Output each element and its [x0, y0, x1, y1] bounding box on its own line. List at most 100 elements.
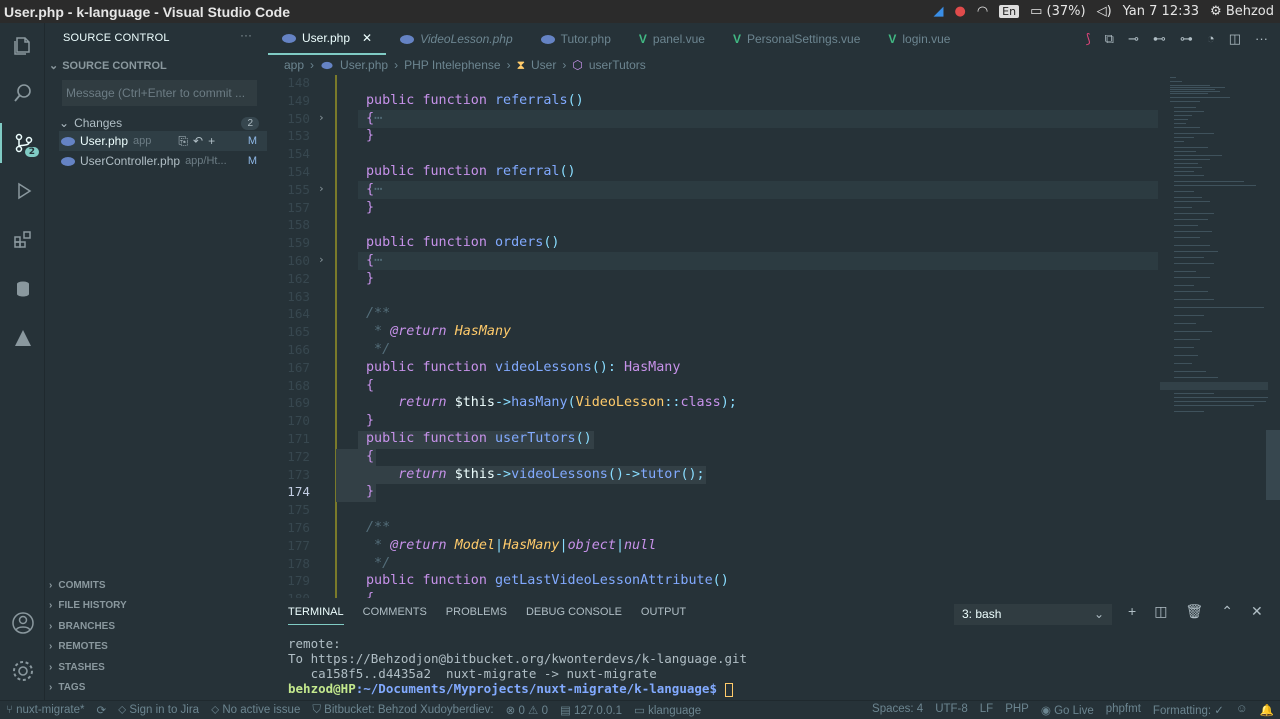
- history-icon[interactable]: ◔: [1207, 31, 1215, 47]
- stage-plus-icon[interactable]: +: [208, 134, 215, 149]
- code-line: }: [366, 270, 375, 286]
- chart-app-icon[interactable]: ◢: [933, 4, 943, 19]
- changed-file-usercontroller[interactable]: UserController.php app/Ht... M: [59, 151, 267, 171]
- user-menu[interactable]: ⚙ Behzod: [1210, 4, 1274, 19]
- battery-indicator[interactable]: ▭ (37%): [1030, 4, 1085, 19]
- section-branches[interactable]: › BRANCHES: [49, 621, 115, 632]
- close-panel-icon[interactable]: ✕: [1251, 603, 1263, 620]
- search-icon[interactable]: [0, 73, 45, 113]
- source-control-icon[interactable]: 2: [0, 123, 45, 163]
- minimap[interactable]: [1160, 75, 1268, 420]
- code-editor[interactable]: 148 149 public function referrals() 150 › {…: [268, 75, 1280, 598]
- commit-message-input[interactable]: Message (Ctrl+Enter to commit ...: [62, 80, 257, 106]
- formatting-status[interactable]: Formatting: ✓: [1147, 703, 1230, 717]
- bell-icon[interactable]: 🔔: [1254, 703, 1280, 717]
- prev-change-icon[interactable]: ⊷: [1153, 31, 1166, 47]
- azure-icon[interactable]: [0, 318, 45, 358]
- accounts-icon[interactable]: [0, 603, 45, 643]
- project-status[interactable]: ▭ klanguage: [628, 703, 707, 717]
- indent-status[interactable]: Spaces: 4: [866, 703, 929, 717]
- terminal-select[interactable]: 3: bash ⌄: [954, 604, 1112, 625]
- breadcrumb-item[interactable]: PHP Intelephense: [404, 58, 501, 72]
- code-line: */: [366, 555, 391, 571]
- volume-icon[interactable]: ◁): [1097, 4, 1112, 19]
- jira-signin[interactable]: ⬦ Sign in to Jira: [112, 704, 205, 717]
- keyboard-layout[interactable]: En: [999, 5, 1020, 18]
- line-number: 154: [287, 146, 310, 162]
- encoding-status[interactable]: UTF-8: [929, 703, 974, 717]
- tab-user-php[interactable]: User.php ✕: [268, 23, 387, 55]
- split-terminal-icon[interactable]: ◫: [1154, 603, 1167, 620]
- tab-login-vue[interactable]: Vlogin.vue: [874, 23, 964, 55]
- datetime[interactable]: Yan 7 12:33: [1123, 4, 1199, 19]
- add-terminal-icon[interactable]: +: [1128, 603, 1136, 620]
- line-number: 153: [287, 128, 310, 144]
- vue-file-icon: V: [732, 32, 741, 46]
- changes-group[interactable]: ⌄ Changes 2: [59, 113, 259, 133]
- explorer-icon[interactable]: [0, 26, 45, 66]
- host-status[interactable]: ▤ 127.0.0.1: [554, 703, 628, 717]
- problems-status[interactable]: ⊗ 0 ⚠ 0: [500, 703, 554, 717]
- panel-tab-output[interactable]: OUTPUT: [641, 606, 686, 625]
- fold-chevron-icon[interactable]: ›: [318, 111, 325, 124]
- notification-icon[interactable]: ●: [954, 4, 965, 19]
- section-commits[interactable]: › COMMITS: [49, 580, 106, 591]
- broadcast-icon: ◉: [1040, 705, 1051, 717]
- compare-icon[interactable]: ⧉: [1105, 31, 1114, 47]
- open-file-icon[interactable]: ⎘: [178, 134, 188, 149]
- section-file-history[interactable]: › FILE HISTORY: [49, 600, 127, 611]
- extensions-icon[interactable]: [0, 219, 45, 259]
- settings-gear-icon[interactable]: [0, 651, 45, 691]
- discard-icon[interactable]: ↶: [193, 134, 203, 149]
- git-lens-icon[interactable]: ⟆: [1086, 31, 1091, 47]
- bitbucket-status[interactable]: ⛉ Bitbucket: Behzod Xudoyberdiev:: [306, 704, 499, 717]
- fold-chevron-icon[interactable]: ›: [318, 182, 325, 195]
- code-line: public function referrals(): [366, 92, 584, 108]
- php-file-icon: [400, 34, 415, 44]
- panel-tab-terminal[interactable]: TERMINAL: [288, 606, 344, 625]
- terminal-output[interactable]: remote: To https://Behzodjon@bitbucket.or…: [288, 636, 747, 697]
- line-number: 155: [287, 181, 310, 197]
- line-number: 168: [287, 377, 310, 393]
- tab-videolesson-php[interactable]: VideoLesson.php: [386, 23, 527, 55]
- more-actions-icon[interactable]: ···: [240, 28, 252, 42]
- eol-status[interactable]: LF: [974, 703, 999, 717]
- trash-icon[interactable]: 🗑: [1185, 603, 1203, 620]
- phpfmt-status[interactable]: phpfmt: [1100, 703, 1147, 717]
- debug-icon[interactable]: [0, 171, 45, 211]
- tab-tutor-php[interactable]: Tutor.php: [527, 23, 625, 55]
- section-remotes[interactable]: › REMOTES: [49, 641, 108, 652]
- panel-tab-problems[interactable]: PROBLEMS: [446, 606, 507, 625]
- more-icon[interactable]: ···: [1255, 31, 1268, 47]
- wifi-icon[interactable]: ◠: [977, 4, 988, 19]
- changed-file-user[interactable]: User.php app ⎘ ↶ + M: [59, 131, 267, 151]
- language-status[interactable]: PHP: [999, 703, 1035, 717]
- editor-scrollbar[interactable]: [1266, 430, 1280, 500]
- breadcrumb-item[interactable]: User: [531, 58, 556, 72]
- feedback-icon[interactable]: ☺: [1230, 703, 1254, 717]
- branch-status[interactable]: ⑂ nuxt-migrate*: [0, 704, 91, 716]
- split-editor-icon[interactable]: ◫: [1229, 31, 1241, 47]
- tab-personalsettings-vue[interactable]: V PersonalSettings.vue: [719, 23, 874, 55]
- section-stashes[interactable]: › STASHES: [49, 662, 105, 673]
- fold-chevron-icon[interactable]: ›: [318, 253, 325, 266]
- class-icon: ⧗: [516, 57, 526, 72]
- go-live-button[interactable]: ◉ Go Live: [1035, 703, 1100, 717]
- breadcrumb-item[interactable]: app: [284, 58, 304, 72]
- breadcrumb-item[interactable]: userTutors: [589, 58, 646, 72]
- commit-icon[interactable]: ⊸: [1128, 31, 1139, 47]
- breadcrumb-item[interactable]: User.php: [340, 58, 388, 72]
- panel-tab-debug-console[interactable]: DEBUG CONSOLE: [526, 606, 622, 625]
- scm-section-header[interactable]: ⌄ SOURCE CONTROL: [49, 59, 167, 73]
- panel-tab-comments[interactable]: COMMENTS: [363, 606, 427, 625]
- jira-issue[interactable]: ⬦ No active issue: [205, 704, 306, 717]
- line-number: 150: [287, 110, 310, 126]
- next-change-icon[interactable]: ⊶: [1180, 31, 1193, 47]
- maximize-panel-icon[interactable]: ⌃: [1221, 603, 1233, 620]
- tab-panel-vue[interactable]: Vpanel.vue: [625, 23, 719, 55]
- section-tags[interactable]: › TAGS: [49, 682, 85, 693]
- sync-icon[interactable]: ⟳: [91, 703, 113, 717]
- close-icon[interactable]: ✕: [362, 31, 372, 45]
- database-icon[interactable]: [0, 269, 45, 309]
- code-line: }: [366, 199, 375, 215]
